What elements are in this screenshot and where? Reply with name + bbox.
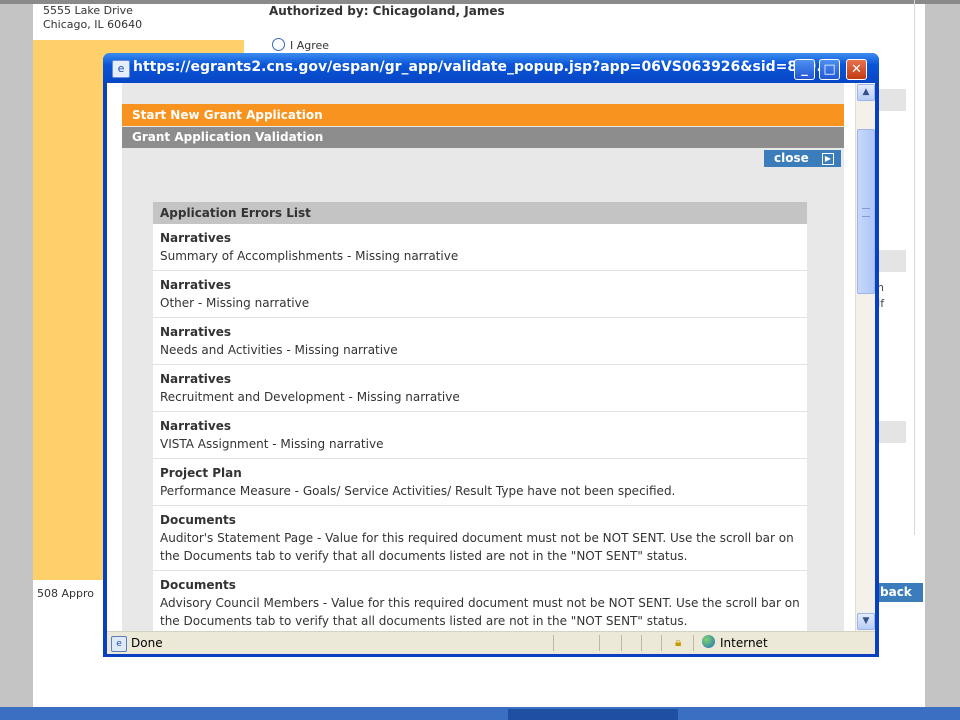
error-description: VISTA Assignment - Missing narrative bbox=[160, 437, 384, 451]
close-window-icon[interactable]: ✕ bbox=[846, 59, 867, 80]
status-divider bbox=[621, 635, 622, 651]
popup-window: e https://egrants2.cns.gov/espan/gr_app/… bbox=[103, 53, 879, 657]
address-line1: 5555 Lake Drive bbox=[43, 4, 133, 17]
error-category: Narratives bbox=[160, 372, 232, 386]
list-item: Documents Advisory Council Members - Val… bbox=[153, 571, 807, 631]
list-item: Narratives VISTA Assignment - Missing na… bbox=[153, 412, 807, 459]
grant-validation-bar: Grant Application Validation bbox=[122, 127, 844, 148]
error-category: Project Plan bbox=[160, 466, 242, 480]
error-description: Summary of Accomplishments - Missing nar… bbox=[160, 249, 459, 263]
gray-row-bar bbox=[878, 250, 906, 272]
scroll-down-icon[interactable]: ▼ bbox=[857, 613, 875, 630]
ie-page-icon: e bbox=[111, 636, 127, 652]
error-description: Auditor's Statement Page - Value for thi… bbox=[160, 531, 794, 563]
errors-list-header: Application Errors List bbox=[153, 202, 807, 224]
popup-title: https://egrants2.cns.gov/espan/gr_app/va… bbox=[133, 59, 833, 75]
popup-titlebar[interactable]: e https://egrants2.cns.gov/espan/gr_app/… bbox=[103, 53, 879, 83]
scrollbar-thumb[interactable] bbox=[857, 129, 875, 294]
error-category: Narratives bbox=[160, 278, 232, 292]
scrollbar-grip bbox=[862, 208, 870, 217]
gray-row-bar bbox=[878, 89, 906, 111]
error-category: Narratives bbox=[160, 231, 232, 245]
globe-icon bbox=[702, 635, 715, 648]
back-button[interactable]: back bbox=[876, 583, 923, 602]
minimize-icon[interactable]: _ bbox=[794, 59, 815, 80]
status-divider bbox=[553, 635, 554, 651]
maximize-icon[interactable]: □ bbox=[819, 59, 840, 80]
taskbar-item[interactable] bbox=[508, 709, 678, 720]
security-zone-text: Internet bbox=[720, 636, 768, 650]
taskbar bbox=[0, 707, 960, 720]
status-divider bbox=[693, 635, 694, 651]
status-divider bbox=[599, 635, 600, 651]
close-label: close bbox=[774, 151, 809, 165]
status-divider bbox=[641, 635, 642, 651]
vertical-scrollbar[interactable]: ▲ ▼ bbox=[855, 83, 875, 631]
status-text: Done bbox=[131, 636, 163, 650]
popup-content: Start New Grant Application Grant Applic… bbox=[107, 83, 875, 631]
errors-list: Application Errors List Narratives Summa… bbox=[153, 202, 807, 631]
close-button[interactable]: close ▶ bbox=[764, 150, 841, 167]
status-divider bbox=[661, 635, 662, 651]
start-new-grant-bar: Start New Grant Application bbox=[122, 104, 844, 126]
agree-label: I Agree bbox=[290, 39, 330, 52]
lock-icon: 🔒︎ bbox=[675, 635, 682, 649]
error-category: Narratives bbox=[160, 419, 232, 433]
error-description: Recruitment and Development - Missing na… bbox=[160, 390, 460, 404]
status-bar: e Done 🔒︎ Internet bbox=[107, 631, 875, 654]
gray-row-bar bbox=[878, 421, 906, 443]
radio-icon[interactable] bbox=[272, 38, 285, 51]
error-description: Advisory Council Members - Value for thi… bbox=[160, 596, 800, 628]
agree-radio[interactable]: I Agree bbox=[272, 38, 329, 52]
footer-508-text: 508 Appro bbox=[37, 587, 94, 600]
list-item: Documents Auditor's Statement Page - Val… bbox=[153, 506, 807, 571]
list-item: Narratives Other - Missing narrative bbox=[153, 271, 807, 318]
ie-page-icon: e bbox=[112, 60, 130, 78]
authorized-by-text: Authorized by: Chicagoland, James bbox=[269, 4, 505, 18]
close-arrow-icon: ▶ bbox=[822, 153, 834, 165]
error-description: Needs and Activities - Missing narrative bbox=[160, 343, 398, 357]
list-item: Narratives Summary of Accomplishments - … bbox=[153, 224, 807, 271]
list-item: Narratives Needs and Activities - Missin… bbox=[153, 318, 807, 365]
list-item: Project Plan Performance Measure - Goals… bbox=[153, 459, 807, 506]
list-item: Narratives Recruitment and Development -… bbox=[153, 365, 807, 412]
error-description: Other - Missing narrative bbox=[160, 296, 310, 310]
address-block: 5555 Lake Drive Chicago, IL 60640 bbox=[33, 4, 244, 40]
error-category: Documents bbox=[160, 578, 236, 592]
address-line2: Chicago, IL 60640 bbox=[43, 18, 143, 31]
error-description: Performance Measure - Goals/ Service Act… bbox=[160, 484, 676, 498]
scroll-up-icon[interactable]: ▲ bbox=[857, 84, 875, 101]
error-category: Documents bbox=[160, 513, 236, 527]
error-category: Narratives bbox=[160, 325, 232, 339]
